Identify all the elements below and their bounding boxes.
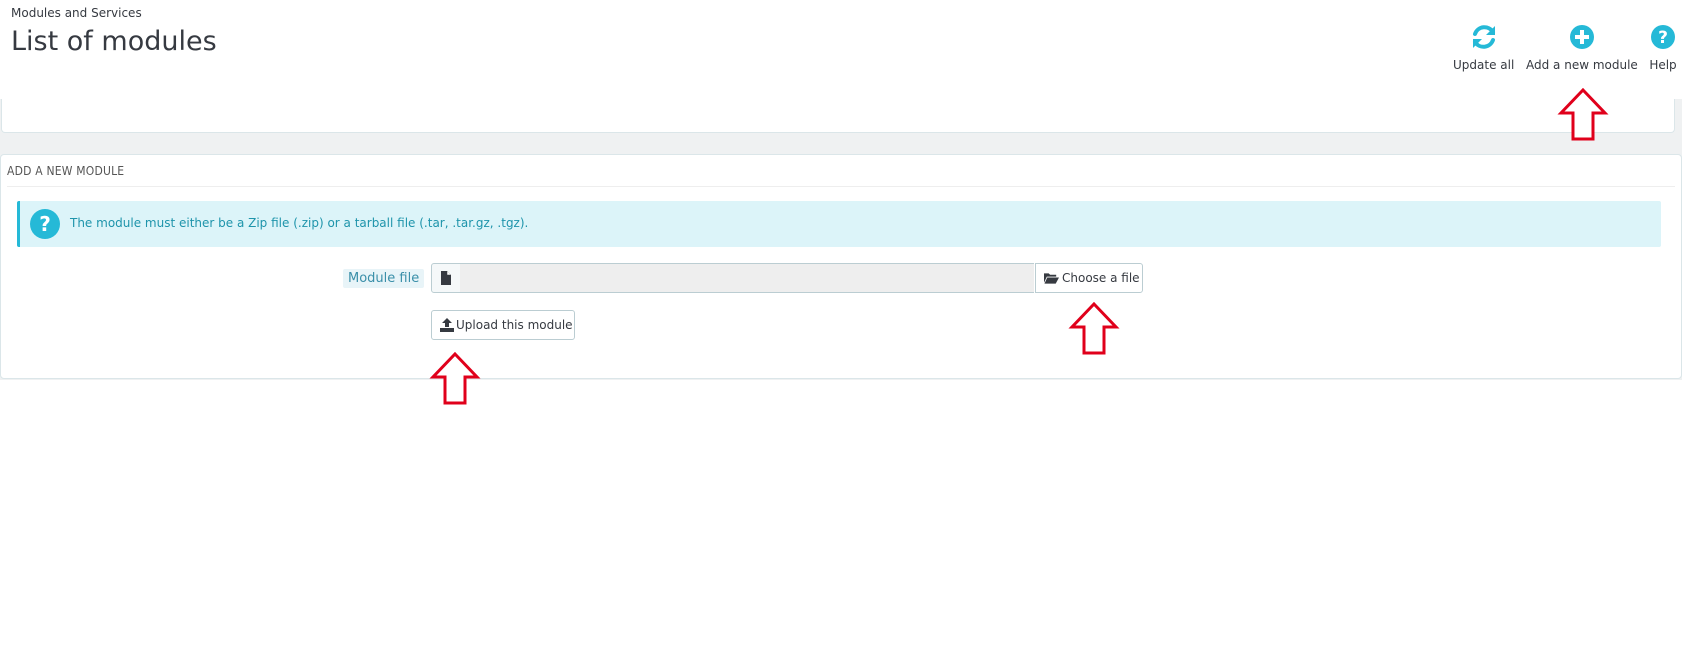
refresh-icon [1472,25,1495,49]
add-module-panel: Add a new module ? The module must eithe… [0,154,1682,379]
annotation-arrow-icon [1068,302,1120,355]
choose-file-button[interactable]: Choose a file [1035,263,1143,293]
panel-divider [7,186,1675,187]
module-list-panel [1,99,1675,133]
breadcrumb[interactable]: Modules and Services [11,6,142,20]
question-circle-icon: ? [1651,25,1675,49]
module-file-label: Module file [343,269,425,288]
help-button[interactable]: ? Help [1648,22,1678,72]
module-file-input[interactable] [460,263,1034,293]
choose-file-label: Choose a file [1062,271,1140,285]
svg-text:?: ? [1658,28,1668,48]
file-addon [431,263,461,293]
svg-text:?: ? [39,212,51,236]
module-file-group: Choose a file [431,263,1143,293]
plus-circle-icon [1569,25,1594,49]
update-all-button[interactable]: Update all [1453,22,1514,72]
folder-open-icon [1044,273,1059,284]
content-area: Add a new module ? The module must eithe… [0,99,1682,380]
add-new-module-button[interactable]: Add a new module [1526,22,1638,72]
file-icon [441,271,451,285]
upload-module-button[interactable]: Upload this module [431,310,575,340]
annotation-arrow-icon [429,352,481,405]
annotation-arrow-icon [1557,88,1609,141]
info-alert-text: The module must either be a Zip file (.z… [70,216,529,230]
upload-icon [440,318,454,332]
help-label: Help [1649,58,1677,72]
upload-module-label: Upload this module [456,318,573,332]
add-new-module-label: Add a new module [1526,58,1638,72]
update-all-label: Update all [1453,58,1515,72]
page-header: Modules and Services List of modules Upd… [0,0,1682,100]
question-circle-icon: ? [30,209,60,239]
info-alert: ? The module must either be a Zip file (… [17,201,1661,247]
page-title: List of modules [11,26,217,57]
panel-heading: Add a new module [7,164,125,178]
